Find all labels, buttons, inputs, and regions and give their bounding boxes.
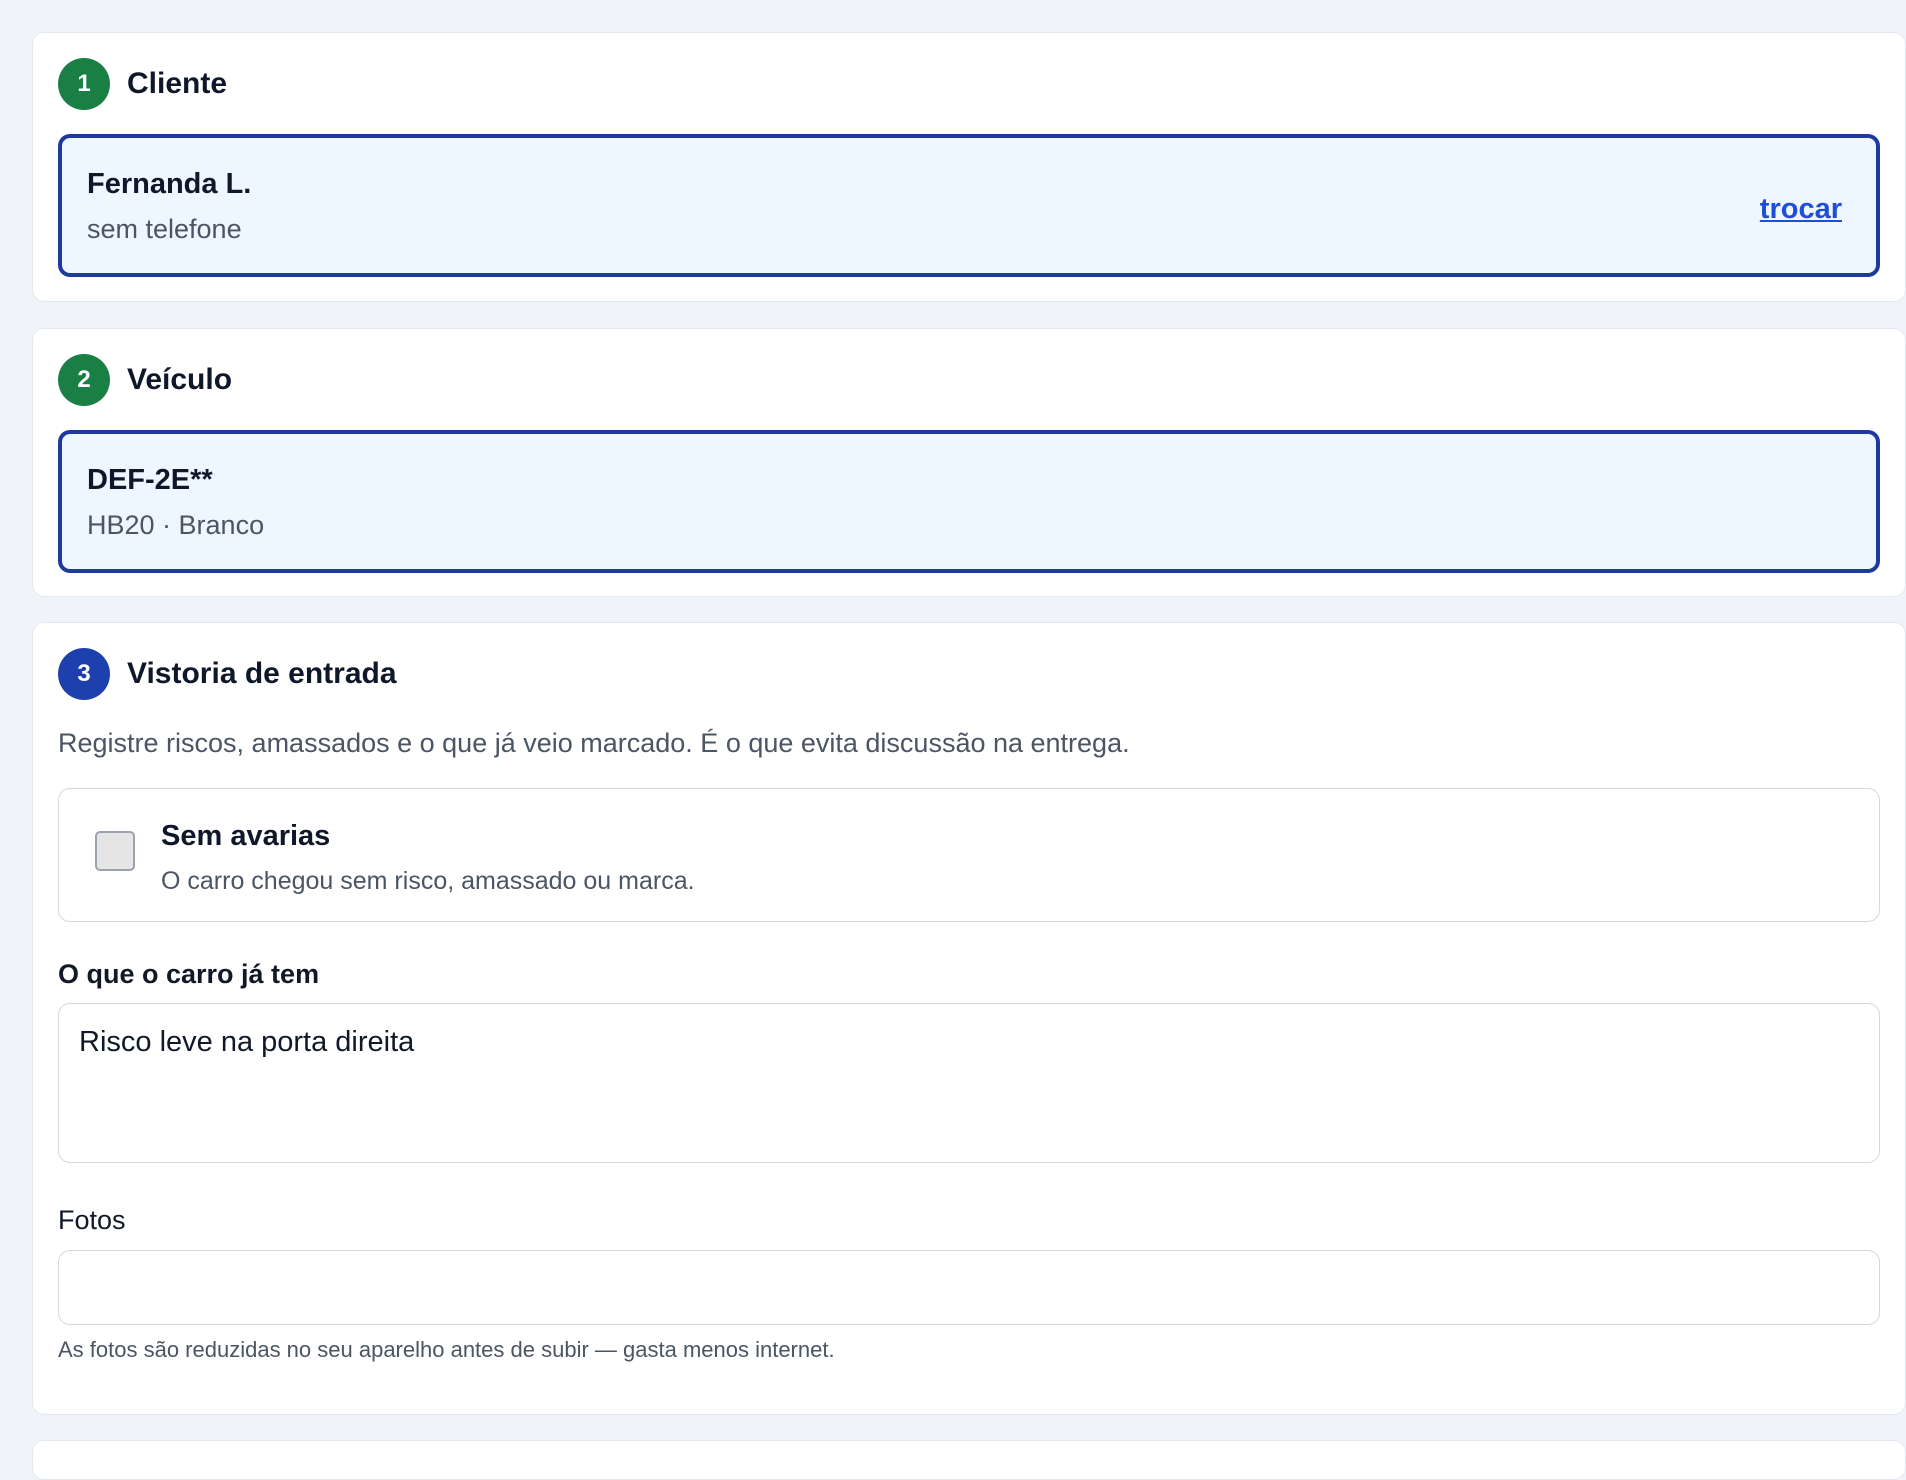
change-client-link[interactable]: trocar xyxy=(1760,193,1842,226)
selected-client-box: Fernanda L. sem telefone trocar xyxy=(58,134,1880,277)
step-number-badge: 2 xyxy=(58,354,110,406)
no-damage-option[interactable]: Sem avarias O carro chegou sem risco, am… xyxy=(58,788,1880,922)
step-number-badge: 3 xyxy=(58,648,110,700)
vehicle-step-card: 2 Veículo DEF-2E** HB20 · Branco xyxy=(32,328,1906,597)
existing-damage-label: O que o carro já tem xyxy=(58,959,320,989)
client-step-header: 1 Cliente xyxy=(58,58,227,110)
selected-vehicle-box: DEF-2E** HB20 · Branco xyxy=(58,430,1880,573)
inspection-step-card: 3 Vistoria de entrada Registre riscos, a… xyxy=(32,622,1906,1415)
existing-damage-textarea[interactable]: Risco leve na porta direita xyxy=(58,1003,1880,1163)
vehicle-plate: DEF-2E** xyxy=(87,464,213,496)
inspection-intro-text: Registre riscos, amassados e o que já ve… xyxy=(58,728,1130,758)
no-damage-description: O carro chegou sem risco, amassado ou ma… xyxy=(161,867,695,895)
inspection-step-header: 3 Vistoria de entrada xyxy=(58,648,397,700)
step-title: Cliente xyxy=(127,67,228,100)
photos-label: Fotos xyxy=(58,1205,126,1235)
photos-hint: As fotos são reduzidas no seu aparelho a… xyxy=(58,1337,835,1362)
client-name: Fernanda L. xyxy=(87,168,252,200)
vehicle-step-header: 2 Veículo xyxy=(58,354,232,406)
step-number-badge: 1 xyxy=(58,58,110,110)
step-title: Veículo xyxy=(127,363,233,396)
step-title: Vistoria de entrada xyxy=(127,657,397,690)
photos-upload-input[interactable] xyxy=(58,1250,1880,1325)
no-damage-checkbox[interactable] xyxy=(95,831,135,871)
next-step-card xyxy=(32,1440,1906,1480)
vehicle-model-color: HB20 · Branco xyxy=(87,510,265,540)
no-damage-label: Sem avarias xyxy=(161,820,331,852)
client-step-card: 1 Cliente Fernanda L. sem telefone troca… xyxy=(32,32,1906,302)
client-phone: sem telefone xyxy=(87,214,242,244)
